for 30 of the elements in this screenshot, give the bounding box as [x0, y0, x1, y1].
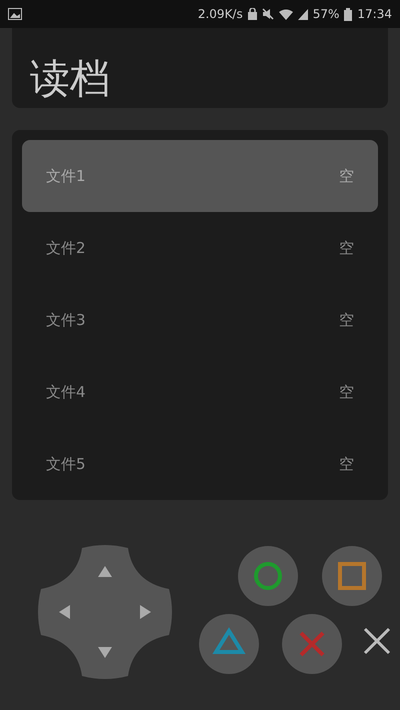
- clock-time: 17:34: [357, 7, 392, 21]
- square-button[interactable]: [322, 546, 382, 606]
- slot-name: 文件3: [46, 310, 86, 330]
- network-speed: 2.09K/s: [198, 7, 243, 21]
- signal-icon: [298, 8, 308, 20]
- save-slot-row[interactable]: 文件4 空: [22, 356, 378, 428]
- battery-percent: 57%: [312, 7, 340, 21]
- slot-status: 空: [339, 310, 354, 330]
- save-slot-row[interactable]: 文件3 空: [22, 284, 378, 356]
- save-slot-row[interactable]: 文件1 空: [22, 140, 378, 212]
- lock-icon: [248, 8, 257, 20]
- slot-name: 文件2: [46, 238, 86, 258]
- wifi-icon: [278, 8, 293, 20]
- slot-status: 空: [339, 166, 354, 186]
- slot-status: 空: [339, 382, 354, 402]
- slot-status: 空: [339, 238, 354, 258]
- slot-name: 文件1: [46, 166, 86, 186]
- triangle-button[interactable]: [199, 614, 259, 674]
- screen-title: 读档: [30, 54, 110, 104]
- image-icon: [8, 8, 22, 20]
- battery-icon: [344, 8, 352, 20]
- slot-name: 文件5: [46, 454, 86, 474]
- circle-button[interactable]: [238, 546, 298, 606]
- close-icon[interactable]: [363, 627, 391, 655]
- cross-button[interactable]: [282, 614, 342, 674]
- mute-icon: [262, 8, 274, 20]
- slot-status: 空: [339, 454, 354, 474]
- slot-name: 文件4: [46, 382, 86, 402]
- save-slot-row[interactable]: 文件2 空: [22, 212, 378, 284]
- save-slot-row[interactable]: 文件5 空: [22, 428, 378, 500]
